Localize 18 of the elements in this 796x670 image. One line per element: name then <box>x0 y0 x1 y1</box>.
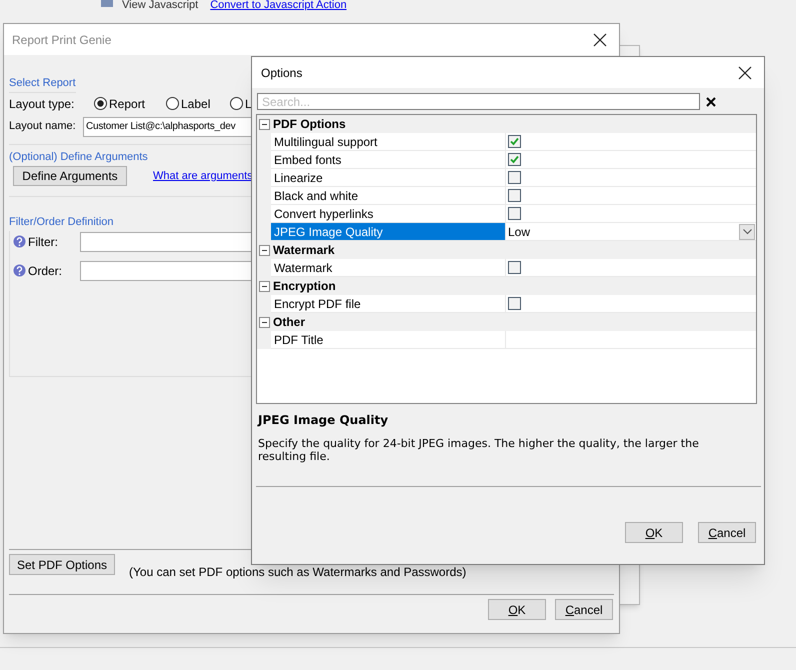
field-label: Layout type: <box>9 96 76 112</box>
dialog-title: Options <box>261 64 302 82</box>
category-label: PDF Options <box>273 116 346 133</box>
field-label: Order: <box>28 262 64 280</box>
action-label: View Javascript <box>122 0 198 10</box>
description-text: Specify the quality for 24-bit JPEG images. The higher the quality, the larger the resulting file. <box>258 437 700 463</box>
section-heading: Filter/Order Definition <box>9 215 114 230</box>
category-label: Watermark <box>273 242 335 259</box>
window-title: Report Print Genie <box>12 32 112 48</box>
field-label: Filter: <box>28 234 59 250</box>
category-label: Encryption <box>273 278 336 295</box>
pdf-options-note: (You can set PDF options such as Watermarks and Passwords) <box>129 564 466 581</box>
section-heading: Select Report <box>9 75 76 92</box>
section-heading: (Optional) Define Arguments <box>9 150 148 164</box>
field-label: Layout name: <box>9 119 77 134</box>
category-label: Other <box>273 314 306 331</box>
description-title: JPEG Image Quality <box>258 412 390 429</box>
property-value: Low <box>508 224 530 240</box>
